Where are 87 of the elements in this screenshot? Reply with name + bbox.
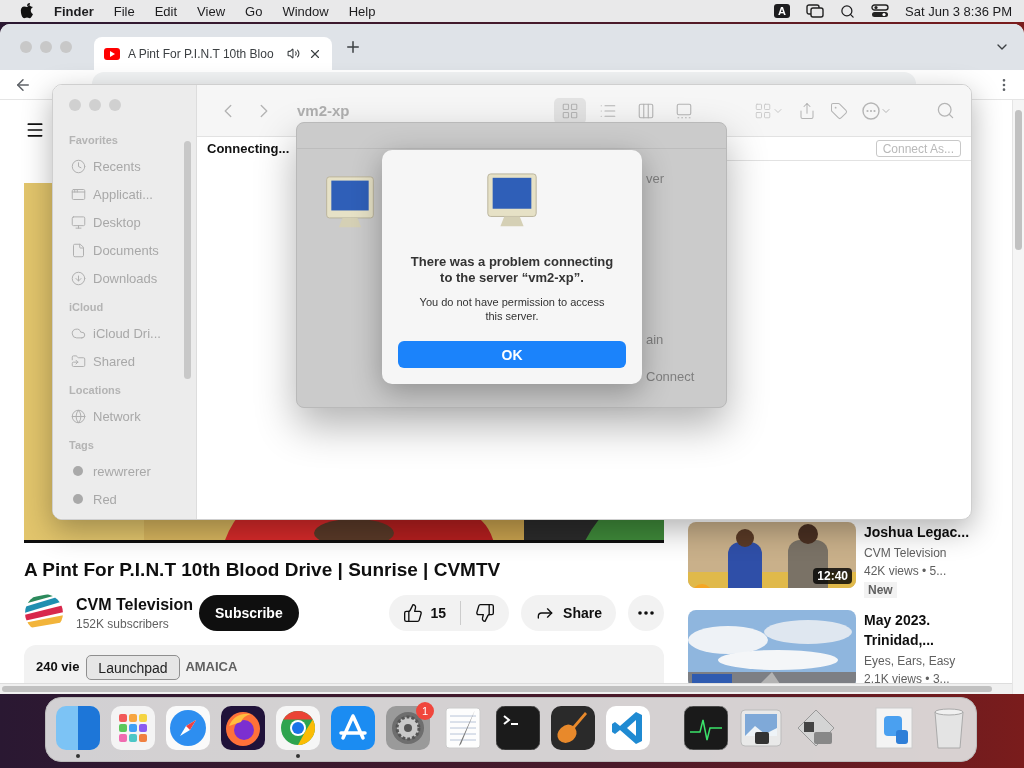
icon-view-button[interactable] bbox=[554, 97, 586, 124]
view-count: 240 vie bbox=[36, 659, 80, 674]
compass-icon[interactable] bbox=[166, 706, 210, 750]
view-stats: 42K views • 5... bbox=[864, 564, 948, 578]
apple-icon[interactable] bbox=[20, 3, 34, 19]
input-source-indicator[interactable]: A bbox=[774, 4, 791, 18]
windows-icon[interactable] bbox=[806, 4, 825, 18]
downloads-stack-icon[interactable] bbox=[872, 706, 916, 750]
clock-icon bbox=[70, 158, 86, 174]
menu-item[interactable]: Go bbox=[245, 3, 263, 19]
share-button[interactable]: Share bbox=[521, 595, 616, 631]
activity-monitor-icon[interactable] bbox=[684, 706, 728, 750]
tab-title: A Pint For P.I.N.T 10th Bloo bbox=[128, 46, 275, 61]
channel-name: CVM Television bbox=[864, 546, 948, 560]
thumbs-down-icon bbox=[475, 603, 496, 623]
subscriber-count: 152K subscribers bbox=[76, 616, 170, 631]
clock-text[interactable]: Sat Jun 3 8:36 PM bbox=[905, 3, 1012, 19]
tag-icon[interactable] bbox=[830, 101, 848, 120]
gear-icon[interactable] bbox=[386, 706, 430, 750]
app-menu[interactable]: Finder bbox=[54, 3, 94, 19]
recommended-title: Joshua Legac... bbox=[864, 523, 971, 542]
menu-item[interactable]: View bbox=[197, 3, 226, 19]
browser-tab[interactable]: A Pint For P.I.N.T 10th Bloo bbox=[94, 37, 332, 70]
alert-title: There was a problem connecting to the server “vm2-xp”. bbox=[409, 254, 615, 286]
sheet-text: ver bbox=[646, 171, 666, 186]
globe-icon bbox=[70, 408, 86, 424]
thumbs-up-icon bbox=[402, 603, 423, 623]
code-editor-icon[interactable] bbox=[606, 706, 650, 750]
menu-item[interactable]: Window bbox=[282, 3, 329, 19]
sheet-text: Connect bbox=[646, 369, 696, 384]
subscribe-button[interactable]: Subscribe bbox=[199, 595, 299, 631]
grid-icon bbox=[561, 101, 579, 120]
chrome-icon[interactable] bbox=[276, 706, 320, 750]
ellipsis-circle-icon bbox=[862, 101, 880, 120]
more-button[interactable] bbox=[628, 595, 664, 631]
monitor-icon bbox=[70, 214, 86, 230]
firefox-icon[interactable] bbox=[221, 706, 265, 750]
new-tab-icon[interactable] bbox=[344, 38, 362, 56]
more-actions-button[interactable] bbox=[862, 101, 892, 120]
control-center-icon[interactable] bbox=[871, 4, 890, 18]
menu-item[interactable]: Edit bbox=[154, 3, 178, 19]
app-window-icon bbox=[70, 186, 86, 202]
sidebar-heading: Favorites bbox=[69, 134, 119, 148]
alert-message: You do not have permission to access this server. bbox=[418, 295, 606, 323]
menu-item[interactable]: Help bbox=[348, 3, 376, 19]
sidebar-heading: Locations bbox=[69, 384, 122, 398]
cloud-icon bbox=[70, 325, 86, 341]
menu-item[interactable]: File bbox=[113, 3, 135, 19]
notification-badge: 1 bbox=[416, 702, 434, 720]
launchpad-icon[interactable] bbox=[111, 706, 155, 750]
sheet-text: ain bbox=[646, 332, 665, 347]
grid-icon bbox=[754, 101, 772, 120]
scrollbar-thumb[interactable] bbox=[2, 686, 992, 692]
guitar-icon[interactable] bbox=[551, 706, 595, 750]
like-button[interactable]: 15 bbox=[388, 595, 461, 631]
tag-dot-icon bbox=[73, 494, 83, 504]
sidebar-heading: iCloud bbox=[69, 301, 105, 315]
address-field[interactable] bbox=[92, 72, 916, 84]
tooltip: Launchpad bbox=[86, 655, 180, 680]
finder-icon[interactable] bbox=[56, 706, 100, 750]
speaker-icon[interactable] bbox=[287, 47, 300, 60]
menu-icon[interactable] bbox=[25, 120, 45, 140]
share-icon[interactable] bbox=[798, 101, 816, 120]
video-title: A Pint For P.I.N.T 10th Blood Drive | Sunrise | CVMTV bbox=[24, 559, 502, 581]
view-stats: 2.1K views • 3... bbox=[864, 672, 951, 686]
document-icon bbox=[70, 242, 86, 258]
play-logo-icon bbox=[104, 47, 120, 60]
new-badge: New bbox=[864, 582, 897, 598]
app-store-icon[interactable] bbox=[331, 706, 375, 750]
channel-name: Eyes, Ears, Easy bbox=[864, 654, 957, 668]
download-icon bbox=[70, 270, 86, 286]
search-icon[interactable] bbox=[840, 3, 856, 19]
ok-button[interactable]: OK bbox=[398, 341, 626, 368]
scrollbar-thumb[interactable] bbox=[1015, 110, 1022, 250]
recommended-title: May 2023. Trinidad,... bbox=[864, 611, 935, 650]
gallery-icon bbox=[675, 101, 693, 120]
channel-name[interactable]: CVM Television bbox=[76, 595, 199, 614]
columns-icon bbox=[637, 101, 655, 120]
sidebar-heading: Tags bbox=[69, 439, 95, 453]
hashtag-text: AMAICA bbox=[185, 659, 238, 674]
terminal-icon[interactable] bbox=[496, 706, 540, 750]
ellipsis-icon bbox=[638, 611, 654, 615]
duration-label: 12:40 bbox=[813, 568, 852, 584]
tag-dot-icon bbox=[73, 466, 83, 476]
shared-folder-icon bbox=[70, 353, 86, 369]
window-title: vm2-xp bbox=[297, 102, 350, 119]
photo-viewer-icon[interactable] bbox=[739, 706, 783, 750]
